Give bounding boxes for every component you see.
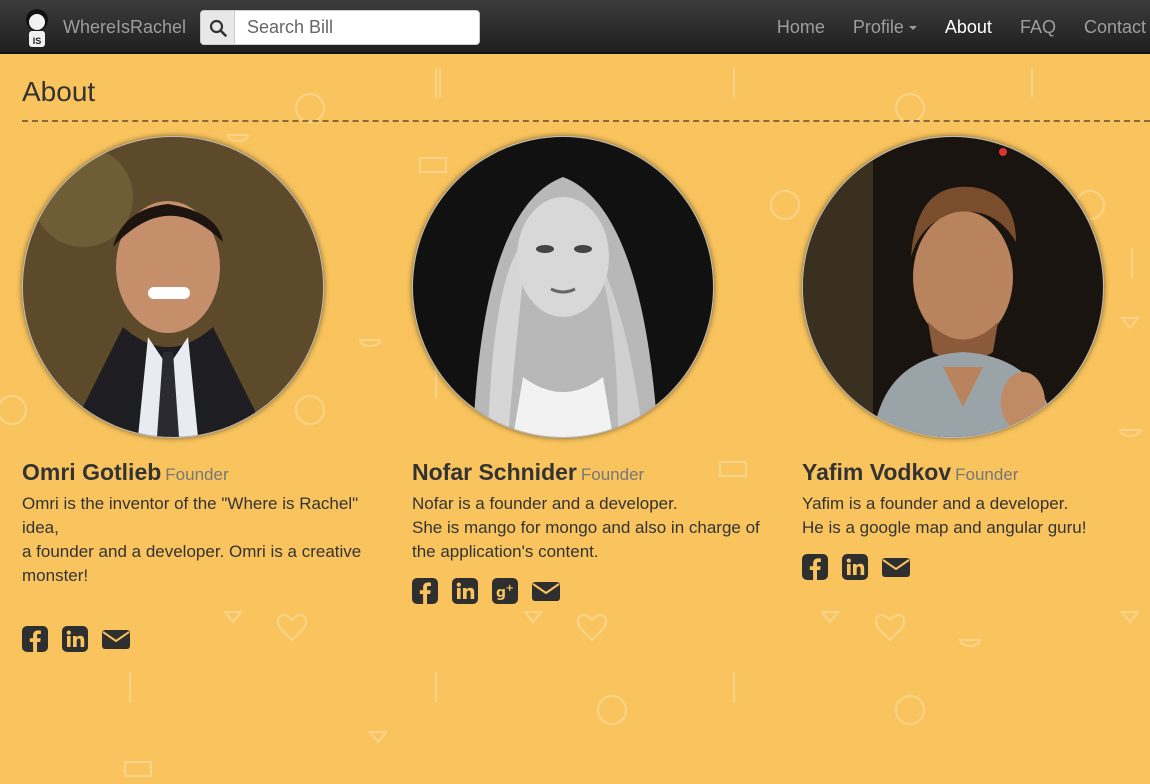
envelope-icon[interactable] [102, 626, 130, 652]
svg-text:IS: IS [33, 36, 42, 46]
google-plus-icon[interactable]: g + [492, 578, 518, 604]
founder-photo [413, 137, 713, 437]
facebook-icon[interactable] [22, 626, 48, 652]
founder-name: Yafim Vodkov [802, 459, 952, 485]
avatar [412, 136, 714, 438]
brand-name[interactable]: WhereIsRachel [63, 17, 186, 38]
svg-text:+: + [506, 583, 514, 594]
navbar: IS WhereIsRachel Home Profile About FAQ … [0, 0, 1150, 54]
social-links: g + [412, 578, 782, 604]
linkedin-icon[interactable] [842, 554, 868, 580]
avatar [802, 136, 1104, 438]
founder-bio: Nofar is a founder and a developer. She … [412, 492, 782, 564]
founder-card: Yafim Vodkov Founder Yafim is a founder a… [802, 136, 1142, 580]
nav-about[interactable]: About [931, 0, 1006, 54]
founder-bio: Yafim is a founder and a developer. He i… [802, 492, 1142, 540]
founder-name-line: Omri Gotlieb Founder [22, 459, 392, 486]
founder-name-line: Yafim Vodkov Founder [802, 459, 1142, 486]
founder-role: Founder [165, 465, 229, 484]
founder-photo [803, 137, 1103, 437]
nav-profile-dropdown[interactable]: Profile [839, 0, 931, 54]
bio-line: Nofar is a founder and a developer. [412, 494, 678, 513]
bio-line: He is a google map and angular guru! [802, 518, 1087, 537]
founder-bio: Omri is the inventor of the "Where is Ra… [22, 492, 392, 588]
founder-role: Founder [580, 465, 645, 484]
page-title: About [22, 76, 96, 107]
bio-line: She is mango for mongo and also in charg… [412, 518, 760, 561]
envelope-icon[interactable] [532, 578, 560, 604]
facebook-icon[interactable] [802, 554, 828, 580]
founder-card: Nofar Schnider Founder Nofar is a founder… [412, 136, 782, 604]
nav-menu: Home Profile About FAQ Contact [763, 0, 1150, 54]
founder-name: Nofar Schnider [412, 459, 577, 485]
facebook-icon[interactable] [412, 578, 438, 604]
founder-name: Omri Gotlieb [22, 459, 162, 485]
nav-faq[interactable]: FAQ [1006, 0, 1070, 54]
founder-card: Omri Gotlieb Founder Omri is the inventor… [22, 136, 392, 652]
linkedin-icon[interactable] [452, 578, 478, 604]
search-button[interactable] [201, 11, 235, 44]
founder-role: Founder [955, 465, 1019, 484]
search-input[interactable] [235, 11, 479, 44]
nav-home[interactable]: Home [763, 0, 839, 54]
bio-line: a founder and a developer. Omri is a cre… [22, 542, 362, 585]
bio-line: Yafim is a founder and a developer. [802, 494, 1069, 513]
title-divider [22, 120, 1150, 122]
avatar [22, 136, 324, 438]
search-icon [209, 19, 227, 37]
search-box [200, 10, 480, 45]
founder-name-line: Nofar Schnider Founder [412, 459, 782, 486]
founder-photo [23, 137, 323, 437]
social-links [22, 626, 392, 652]
nav-profile-label: Profile [852, 17, 904, 37]
envelope-icon[interactable] [882, 554, 910, 580]
bio-line: Omri is the inventor of the "Where is Ra… [22, 494, 359, 537]
nav-contact[interactable]: Contact [1070, 0, 1150, 54]
linkedin-icon[interactable] [62, 626, 88, 652]
social-links [802, 554, 1142, 580]
brand-logo-icon[interactable]: IS [22, 8, 52, 48]
caret-down-icon [908, 26, 917, 31]
